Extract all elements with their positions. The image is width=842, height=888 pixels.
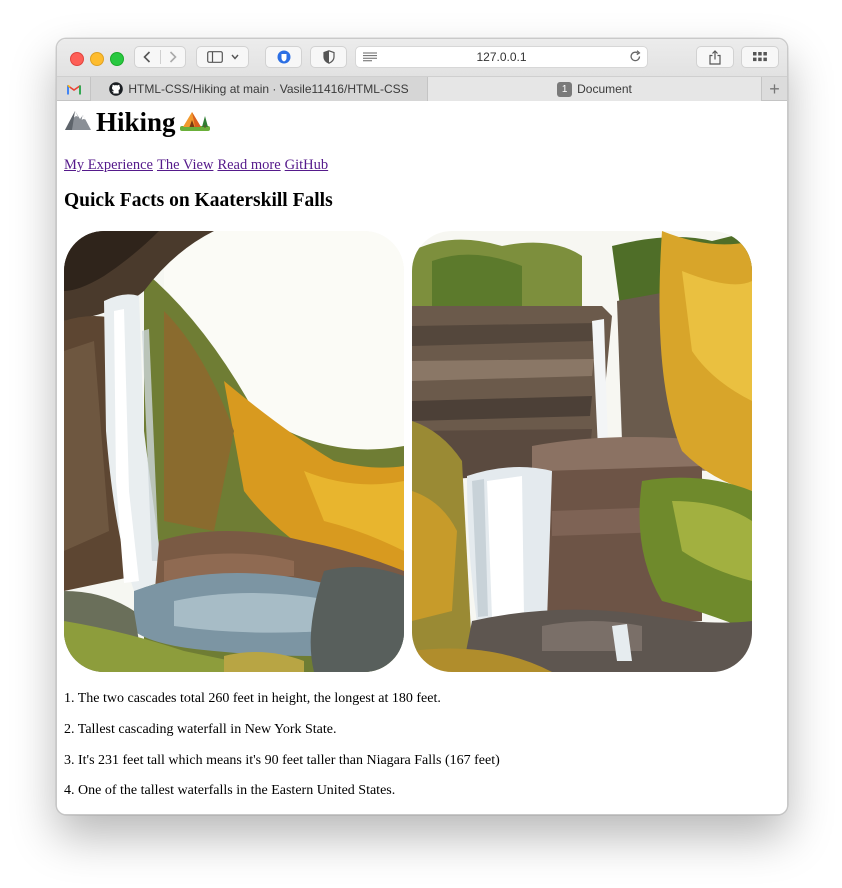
- waterfall-photo-front-view: [412, 231, 752, 672]
- new-tab-button[interactable]: +: [761, 77, 787, 101]
- tab-label: Document: [577, 82, 632, 96]
- fact-1: 1. The two cascades total 260 feet in he…: [64, 691, 441, 706]
- tab-document[interactable]: 1 Document: [428, 77, 761, 101]
- nav-link-the-view[interactable]: The View: [157, 157, 213, 173]
- tab-bar: HTML-CSS/Hiking at main · Vasile11416/HT…: [57, 76, 787, 101]
- gmail-icon: [66, 84, 81, 94]
- shield-icon: [322, 50, 335, 64]
- address-text: 127.0.0.1: [476, 50, 527, 64]
- password-extension-button[interactable]: [265, 46, 302, 68]
- fact-2: 2. Tallest cascading waterfall in New Yo…: [64, 722, 337, 737]
- chevron-right-icon: [169, 51, 177, 63]
- chevron-left-icon: [143, 51, 151, 63]
- nav-link-my-experience[interactable]: My Experience: [64, 157, 153, 173]
- browser-toolbar: 127.0.0.1: [57, 39, 787, 76]
- tab-label: HTML-CSS/Hiking at main · Vasile11416/HT…: [128, 82, 409, 96]
- sidebar-toggle-group[interactable]: [196, 46, 249, 68]
- fact-3: 3. It's 231 feet tall which means it's 9…: [64, 753, 500, 768]
- camping-icon: [179, 107, 210, 138]
- title-text: Hiking: [96, 106, 176, 137]
- browser-window: 127.0.0.1 HTML-CSS/Hiking at main · Vasi…: [56, 38, 788, 815]
- sidebar-icon: [206, 51, 223, 63]
- zoom-window-button[interactable]: [110, 52, 124, 66]
- chevron-down-icon: [230, 54, 239, 60]
- github-icon: [109, 82, 124, 96]
- page-content: Hiking My Experience The View Read more Git…: [57, 101, 787, 814]
- tab-overview-button[interactable]: [741, 46, 779, 68]
- fact-4: 4. One of the tallest waterfalls in the …: [64, 783, 396, 798]
- back-forward-group: [134, 46, 186, 68]
- tab-gmail[interactable]: [57, 77, 91, 101]
- nav-link-github[interactable]: GitHub: [285, 157, 329, 173]
- close-window-button[interactable]: [70, 52, 84, 66]
- minimize-window-button[interactable]: [90, 52, 104, 66]
- share-button[interactable]: [696, 46, 734, 68]
- back-button[interactable]: [135, 51, 160, 63]
- page-title: Hiking: [64, 105, 214, 139]
- share-icon: [709, 49, 721, 65]
- bitwarden-extension-icon: [277, 50, 290, 64]
- address-bar[interactable]: 127.0.0.1: [355, 46, 648, 68]
- nav-link-read-more[interactable]: Read more: [217, 157, 280, 173]
- section-heading: Quick Facts on Kaaterskill Falls: [64, 190, 333, 211]
- nav-links: My Experience The View Read more GitHub: [64, 157, 332, 174]
- tab-github[interactable]: HTML-CSS/Hiking at main · Vasile11416/HT…: [91, 77, 428, 101]
- reload-icon[interactable]: [629, 50, 642, 63]
- mountain-icon: [64, 107, 92, 138]
- grid-icon: [753, 52, 767, 62]
- privacy-shield-button[interactable]: [310, 46, 347, 68]
- tab-badge: 1: [557, 81, 573, 97]
- waterfall-photo-cave-view: [64, 231, 404, 672]
- forward-button[interactable]: [161, 51, 186, 63]
